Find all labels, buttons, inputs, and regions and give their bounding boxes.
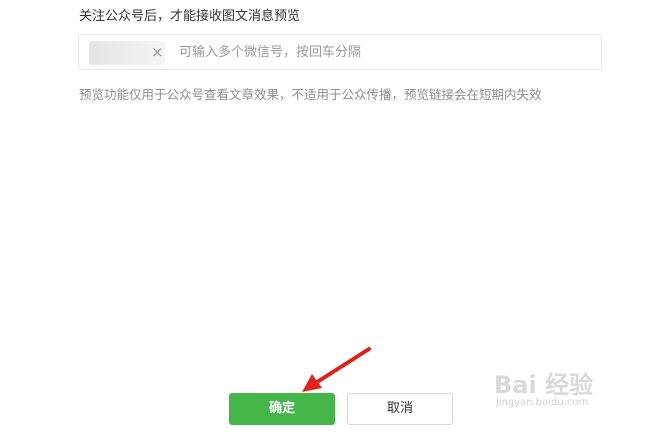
- watermark-logo: Bai 经验: [494, 371, 594, 399]
- baidu-jingyan-watermark: Bai 经验 jingyan.baidu.com: [494, 365, 614, 415]
- watermark-url: jingyan.baidu.com: [496, 397, 589, 408]
- wechat-id-input-box[interactable]: ×: [78, 34, 602, 70]
- preview-hint: 预览功能仅用于公众号查看文章效果，不适用于公众传播，预览链接会在短期内失效: [79, 87, 542, 102]
- preview-instruction: 关注公众号后，才能接收图文消息预览: [79, 9, 301, 24]
- confirm-button[interactable]: 确定: [229, 393, 335, 425]
- tag-remove-icon[interactable]: ×: [151, 43, 164, 61]
- wechat-id-input[interactable]: [179, 43, 579, 61]
- cancel-button[interactable]: 取消: [347, 393, 453, 425]
